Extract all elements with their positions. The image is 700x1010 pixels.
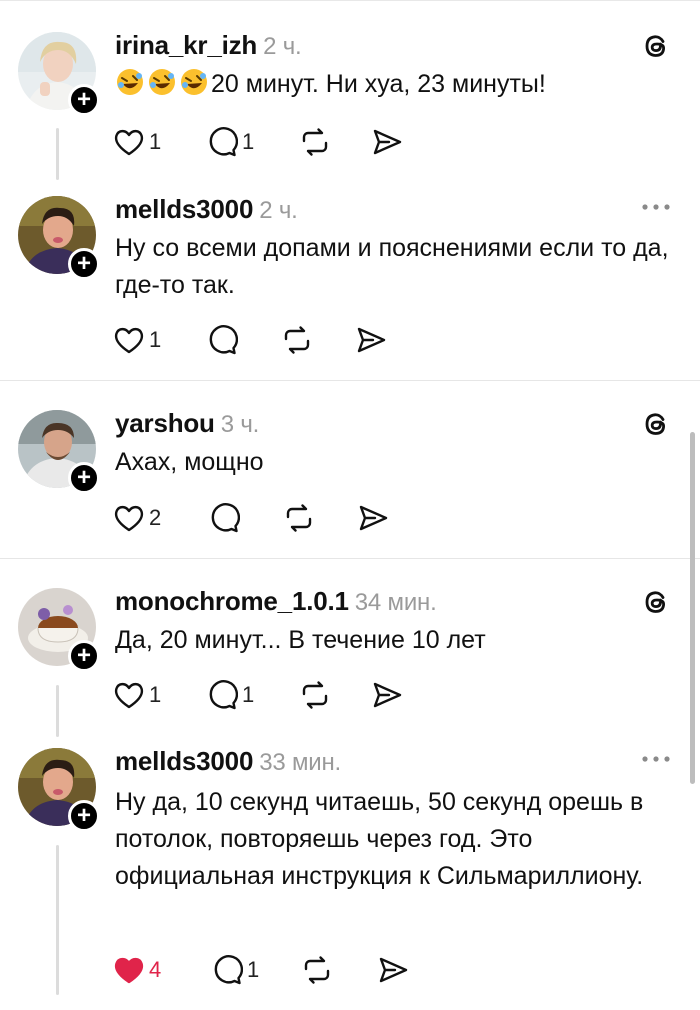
divider: [0, 380, 700, 381]
like-count: 4: [149, 957, 162, 982]
repost-button[interactable]: [283, 500, 315, 536]
like-button[interactable]: 4: [113, 952, 161, 988]
threads-logo-icon[interactable]: [642, 410, 670, 438]
more-options-icon[interactable]: [640, 202, 672, 212]
like-count: 1: [149, 327, 162, 352]
heart-icon: [114, 682, 144, 709]
follow-plus-icon[interactable]: +: [68, 800, 100, 832]
reply-button[interactable]: 1: [206, 124, 254, 160]
share-button[interactable]: [371, 124, 403, 160]
timestamp: 3 ч.: [220, 411, 260, 438]
thread-line: [56, 845, 59, 995]
comment-icon: [209, 127, 238, 157]
share-button[interactable]: [355, 322, 387, 358]
repost-icon: [284, 326, 310, 354]
threads-logo-icon[interactable]: [642, 32, 670, 60]
post-text: Да, 20 минут... В течение 10 лет: [115, 626, 486, 654]
thread-line: [56, 685, 59, 737]
share-button[interactable]: [377, 952, 409, 988]
send-icon: [373, 129, 402, 155]
repost-icon: [302, 128, 328, 156]
post-text: Ахах, мощно: [115, 448, 264, 476]
follow-plus-icon[interactable]: +: [68, 640, 100, 672]
divider: [0, 558, 700, 559]
post-text: Ну да, 10 секунд читаешь, 50 секунд ореш…: [115, 788, 644, 890]
username[interactable]: monochrome_1.0.1 34 мин.: [115, 586, 437, 617]
repost-button[interactable]: [299, 124, 331, 160]
like-count: 2: [149, 505, 162, 530]
send-icon: [359, 505, 388, 531]
reply-count: 1: [242, 682, 255, 707]
like-count: 1: [149, 129, 162, 154]
repost-button[interactable]: [301, 952, 333, 988]
heart-icon: [114, 505, 144, 532]
share-button[interactable]: [357, 500, 389, 536]
like-button[interactable]: 2: [113, 500, 161, 536]
heart-icon: [114, 129, 144, 156]
like-count: 1: [149, 682, 162, 707]
share-button[interactable]: [371, 677, 403, 713]
like-button[interactable]: 1: [113, 677, 161, 713]
send-icon: [373, 682, 402, 708]
like-button[interactable]: 1: [113, 322, 161, 358]
repost-button[interactable]: [281, 322, 313, 358]
comment-icon: [209, 680, 238, 710]
username[interactable]: irina_kr_izh 2 ч.: [115, 30, 302, 61]
reply-button[interactable]: [208, 500, 244, 536]
rolling-laughing-emoji: [149, 69, 175, 95]
timestamp: 33 мин.: [259, 749, 342, 776]
rolling-laughing-emoji: [117, 69, 143, 95]
scrollbar[interactable]: [690, 432, 695, 784]
top-divider: [0, 0, 700, 1]
heart-filled-icon: [114, 957, 144, 984]
comment-icon: [209, 325, 238, 355]
thread-line: [56, 128, 59, 180]
threads-logo-icon[interactable]: [642, 588, 670, 616]
reply-button[interactable]: [206, 322, 242, 358]
repost-button[interactable]: [299, 677, 331, 713]
repost-icon: [304, 956, 330, 984]
username[interactable]: mellds3000 33 мин.: [115, 746, 341, 777]
reply-count: 1: [242, 129, 255, 154]
follow-plus-icon[interactable]: +: [68, 462, 100, 494]
username[interactable]: mellds3000 2 ч.: [115, 194, 298, 225]
reply-button[interactable]: 1: [211, 952, 259, 988]
more-options-icon[interactable]: [640, 754, 672, 764]
post-text: 20 минут. Ни хуа, 23 минуты!: [115, 66, 675, 103]
repost-icon: [302, 681, 328, 709]
comment-icon: [214, 955, 243, 985]
comment-icon: [211, 503, 240, 533]
reply-button[interactable]: 1: [206, 677, 254, 713]
reply-count: 1: [247, 957, 260, 982]
username[interactable]: yarshou 3 ч.: [115, 408, 259, 439]
timestamp: 2 ч.: [263, 33, 302, 60]
follow-plus-icon[interactable]: +: [68, 84, 100, 116]
send-icon: [379, 957, 408, 983]
post-text: Ну со всеми допами и пояснениями если то…: [115, 234, 669, 299]
timestamp: 2 ч.: [259, 197, 298, 224]
send-icon: [357, 327, 386, 353]
follow-plus-icon[interactable]: +: [68, 248, 100, 280]
like-button[interactable]: 1: [113, 124, 161, 160]
repost-icon: [286, 504, 312, 532]
heart-icon: [114, 327, 144, 354]
timestamp: 34 мин.: [354, 589, 437, 616]
rolling-laughing-emoji: [181, 69, 207, 95]
